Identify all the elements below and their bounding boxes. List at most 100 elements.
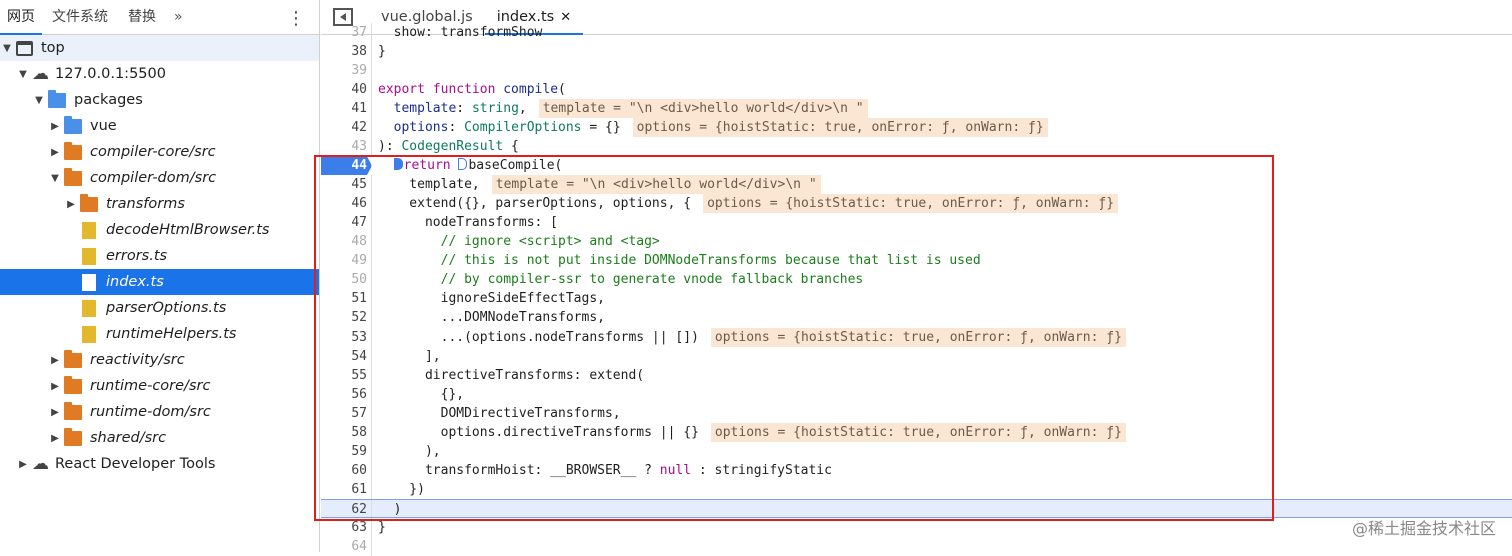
collapsed-arrow-icon[interactable]: ▶ (16, 459, 30, 470)
code-line: 45 template, template = "\n <div>hello wo… (321, 175, 1512, 195)
code-text: {}, (378, 385, 464, 404)
line-number[interactable]: 55 (321, 365, 372, 385)
collapsed-arrow-icon[interactable]: ▶ (48, 433, 62, 444)
collapsed-arrow-icon[interactable]: ▶ (48, 407, 62, 418)
tree-item[interactable]: ▶ reactivity/src (0, 347, 319, 373)
line-number[interactable]: 37 (321, 23, 372, 43)
code-token: // this is not put inside DOMNodeTransfo… (378, 253, 981, 269)
line-number[interactable]: 54 (321, 346, 372, 366)
line-number[interactable]: 63 (321, 517, 372, 537)
collapsed-arrow-icon[interactable]: ▶ (64, 199, 78, 210)
tree-item[interactable]: ▼ ☁ 127.0.0.1:5500 (0, 61, 319, 87)
code-token: // ignore <script> and <tag> (378, 234, 660, 250)
code-text: ) (378, 500, 402, 517)
line-number[interactable]: 59 (321, 441, 372, 461)
collapsed-arrow-icon[interactable]: ▶ (48, 147, 62, 158)
expanded-arrow-icon[interactable]: ▼ (48, 173, 62, 184)
tree-item[interactable]: decodeHtmlBrowser.ts (0, 217, 319, 243)
tree-item-label: compiler-core/src (90, 144, 216, 160)
code-token: CompilerOptions (464, 120, 582, 136)
inline-breakpoint-icon[interactable] (393, 158, 403, 171)
tree-item[interactable]: errors.ts (0, 243, 319, 269)
code-token: compile (503, 82, 559, 98)
file-icon (82, 221, 96, 239)
line-number[interactable]: 39 (321, 61, 372, 81)
line-number[interactable]: 58 (321, 422, 372, 442)
line-number[interactable]: 62 (321, 499, 372, 517)
tab-filesystem[interactable]: 文件系统 (42, 0, 118, 35)
code-line: 49 // this is not put inside DOMNodeTran… (321, 251, 1512, 271)
breakpoint-line-number[interactable]: 44 (321, 156, 372, 176)
folder-blue-icon (64, 115, 82, 134)
tree-item[interactable]: ▼ compiler-dom/src (0, 165, 319, 191)
line-number[interactable]: 47 (321, 213, 372, 233)
line-number[interactable]: 49 (321, 251, 372, 271)
line-number[interactable]: 45 (321, 175, 372, 195)
sidebar-tabs: 网页 文件系统 替换 » ⋮ (0, 0, 319, 35)
more-options-icon[interactable]: ⋮ (287, 8, 305, 29)
code-text: show: transformShow (378, 23, 543, 42)
line-number[interactable]: 40 (321, 80, 372, 100)
tree-item[interactable]: ▶ runtime-core/src (0, 373, 319, 399)
line-number[interactable]: 46 (321, 194, 372, 214)
line-number[interactable]: 48 (321, 232, 372, 252)
tree-item-label: runtime-dom/src (90, 404, 211, 420)
line-number[interactable]: 56 (321, 384, 372, 404)
tree-item[interactable]: parserOptions.ts (0, 295, 319, 321)
line-number[interactable]: 42 (321, 118, 372, 138)
collapsed-arrow-icon[interactable]: ▶ (48, 121, 62, 132)
line-number[interactable]: 61 (321, 479, 372, 499)
line-number[interactable]: 57 (321, 403, 372, 423)
line-number[interactable]: 41 (321, 99, 372, 119)
line-number[interactable]: 64 (321, 536, 372, 556)
tab-overrides[interactable]: 替换 (118, 0, 166, 35)
code-token: show: transformShow (378, 25, 543, 40)
tab-page[interactable]: 网页 (0, 0, 42, 35)
line-number[interactable]: 50 (321, 270, 372, 290)
line-number[interactable]: 43 (321, 137, 372, 157)
collapsed-arrow-icon[interactable]: ▶ (48, 381, 62, 392)
inline-variable-value: template = "\n <div>hello world</div>\n … (538, 99, 868, 119)
code-line: 48 // ignore <script> and <tag> (321, 232, 1512, 252)
tree-item-label: shared/src (90, 430, 167, 446)
tree-item[interactable]: ▶ ☁ React Developer Tools (0, 451, 319, 477)
code-line: 42 options: CompilerOptions = {} options … (321, 118, 1512, 138)
collapsed-arrow-icon[interactable]: ▶ (48, 355, 62, 366)
more-tabs-icon[interactable]: » (166, 0, 191, 35)
tree-item[interactable]: index.ts (0, 269, 319, 295)
tree-item[interactable]: ▶ vue (0, 113, 319, 139)
code-text: // this is not put inside DOMNodeTransfo… (378, 251, 981, 270)
tree-item[interactable]: runtimeHelpers.ts (0, 321, 319, 347)
code-token: : (448, 120, 465, 136)
code-token: baseCompile( (468, 158, 563, 174)
code-token: template, (378, 177, 480, 193)
tree-item[interactable]: ▶ compiler-core/src (0, 139, 319, 165)
tree-item[interactable]: ▶ transforms (0, 191, 319, 217)
line-number[interactable]: 52 (321, 308, 372, 328)
tree-item[interactable]: ▶ runtime-dom/src (0, 399, 319, 425)
code-area[interactable]: 37 show: transformShow 38} 39 40 export func… (321, 23, 1512, 556)
line-number[interactable]: 38 (321, 42, 372, 62)
inline-variable-value: options = {hoistStatic: true, onError: ƒ… (710, 422, 1126, 442)
expanded-arrow-icon[interactable]: ▼ (16, 69, 30, 80)
line-number[interactable]: 60 (321, 460, 372, 480)
inline-breakpoint-icon[interactable] (458, 158, 468, 171)
code-text: ), (378, 442, 441, 461)
tree-item[interactable]: ▼ top (0, 35, 319, 61)
code-line: 46 extend({}, parserOptions, options, {o… (321, 194, 1512, 214)
code-token: options (378, 120, 449, 136)
line-number[interactable]: 53 (321, 327, 372, 347)
expanded-arrow-icon[interactable]: ▼ (32, 95, 46, 106)
code-line: 37 show: transformShow (321, 23, 1512, 43)
tree-item[interactable]: ▼ packages (0, 87, 319, 113)
code-line: 51 ignoreSideEffectTags, (321, 289, 1512, 309)
code-text: ): CodegenResult { (378, 137, 519, 156)
expanded-arrow-icon[interactable]: ▼ (0, 43, 14, 54)
tree-item[interactable]: ▶ shared/src (0, 425, 319, 451)
line-number[interactable]: 51 (321, 289, 372, 309)
cloud-icon: ☁ (32, 454, 49, 474)
tree-item-label: 127.0.0.1:5500 (55, 66, 166, 82)
code-line: 64 (321, 536, 1512, 556)
code-token: DOMDirectiveTransforms, (378, 405, 621, 421)
